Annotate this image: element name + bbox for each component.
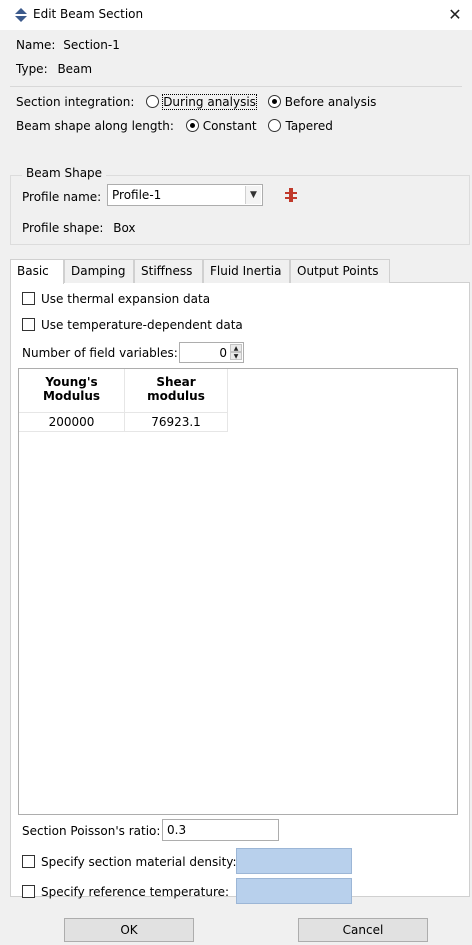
name-label: Name: [16, 38, 56, 52]
tab-output-points-label: Output Points [297, 264, 379, 278]
spinner-down-icon[interactable]: ▼ [230, 352, 242, 360]
ref-temp-input[interactable] [236, 878, 352, 904]
window-title: Edit Beam Section [33, 7, 144, 21]
profile-name-select[interactable]: Profile-1 ▼ [107, 184, 263, 206]
field-variables-spinner[interactable]: 0 ▲ ▼ [179, 342, 244, 363]
beam-shape-label: Beam shape along length: [16, 119, 174, 133]
type-value: Beam [57, 62, 93, 76]
poisson-ratio-input[interactable]: 0.3 [162, 819, 279, 841]
close-button[interactable]: ✕ [438, 0, 472, 30]
tab-basic[interactable]: Basic [10, 259, 64, 284]
poisson-ratio-value: 0.3 [167, 823, 187, 837]
constant-label[interactable]: Constant [203, 119, 257, 133]
cancel-button[interactable]: Cancel [298, 918, 428, 942]
section-integration-label: Section integration: [16, 95, 135, 109]
table-header-shear-modulus[interactable]: Shear modulus [125, 369, 228, 413]
material-data-table[interactable]: Young's Modulus Shear modulus 200000 769… [18, 368, 458, 815]
ok-button[interactable]: OK [64, 918, 194, 942]
temp-dependent-label[interactable]: Use temperature-dependent data [41, 318, 243, 332]
profile-shape-row: Profile shape: Box [22, 221, 136, 235]
spinner-up-icon[interactable]: ▲ [230, 344, 242, 352]
density-checkbox[interactable] [22, 855, 35, 868]
header-line: Modulus [42, 389, 101, 403]
thermal-expansion-label[interactable]: Use thermal expansion data [41, 292, 210, 306]
tapered-label[interactable]: Tapered [285, 119, 332, 133]
poisson-ratio-label: Section Poisson's ratio: [22, 824, 161, 838]
tab-fluid-inertia-label: Fluid Inertia [210, 264, 282, 278]
field-variables-label: Number of field variables: [22, 346, 178, 360]
table-cell-shear-modulus[interactable]: 76923.1 [125, 413, 228, 432]
profile-name-label: Profile name: [22, 190, 102, 204]
name-value: Section-1 [63, 38, 120, 52]
beam-shape-group-title: Beam Shape [22, 166, 107, 180]
header-line: Shear [156, 375, 196, 389]
ref-temp-row: Specify reference temperature: [22, 885, 229, 899]
thermal-expansion-checkbox[interactable] [22, 292, 35, 305]
profile-shape-label: Profile shape: [22, 221, 104, 235]
thermal-expansion-row: Use thermal expansion data [22, 292, 210, 306]
tab-stiffness-label: Stiffness [141, 264, 193, 278]
tab-damping[interactable]: Damping [64, 259, 134, 283]
tab-stiffness[interactable]: Stiffness [134, 259, 203, 283]
title-bar: Edit Beam Section ✕ [0, 0, 472, 30]
profile-name-value: Profile-1 [112, 188, 162, 202]
close-icon: ✕ [448, 5, 462, 24]
beam-section-icon [15, 8, 27, 22]
before-analysis-label[interactable]: Before analysis [285, 95, 377, 109]
temp-dependent-row: Use temperature-dependent data [22, 318, 243, 332]
type-label: Type: [16, 62, 48, 76]
header-line: Young's [45, 375, 98, 389]
beam-shape-row: Beam shape along length: Constant Tapere… [16, 119, 333, 133]
before-analysis-radio[interactable] [267, 95, 281, 108]
temp-dependent-checkbox[interactable] [22, 318, 35, 331]
chevron-down-icon[interactable]: ▼ [245, 186, 261, 204]
field-variables-value: 0 [219, 346, 227, 360]
constant-radio[interactable] [185, 119, 199, 132]
type-row: Type: Beam [16, 62, 92, 76]
tab-output-points[interactable]: Output Points [290, 259, 390, 283]
during-analysis-label[interactable]: During analysis [162, 94, 257, 110]
ref-temp-checkbox[interactable] [22, 885, 35, 898]
tab-basic-label: Basic [17, 264, 49, 278]
table-cell-youngs-modulus[interactable]: 200000 [19, 413, 125, 432]
section-integration-row: Section integration: During analysis Bef… [16, 94, 377, 110]
separator [10, 86, 462, 87]
header-line: modulus [147, 389, 205, 403]
edit-beam-section-dialog: Edit Beam Section ✕ Name: Section-1 Type… [0, 0, 472, 945]
ref-temp-label[interactable]: Specify reference temperature: [41, 885, 229, 899]
density-input[interactable] [236, 848, 352, 874]
during-analysis-radio[interactable] [146, 95, 160, 108]
density-label[interactable]: Specify section material density: [41, 855, 237, 869]
table-header-youngs-modulus[interactable]: Young's Modulus [19, 369, 125, 413]
tab-fluid-inertia[interactable]: Fluid Inertia [203, 259, 290, 283]
profile-manager-icon[interactable] [284, 188, 298, 202]
spinner-buttons: ▲ ▼ [230, 344, 242, 361]
density-row: Specify section material density: [22, 855, 237, 869]
tapered-radio[interactable] [268, 119, 282, 132]
tab-damping-label: Damping [71, 264, 126, 278]
name-row: Name: Section-1 [16, 38, 120, 52]
profile-shape-value: Box [113, 221, 136, 235]
